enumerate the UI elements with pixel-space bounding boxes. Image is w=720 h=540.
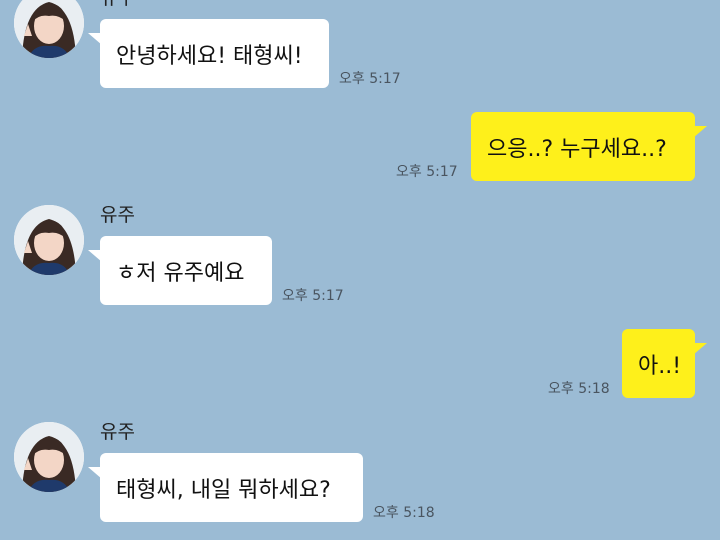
avatar-photo-icon <box>14 422 84 492</box>
chat-room: 유주 안녕하세요! 태형씨! 오후 5:17 오후 5:17 으응..? 누구세… <box>0 0 720 540</box>
message-time: 오후 5:17 <box>339 71 401 87</box>
sender-name: 유주 <box>100 204 135 226</box>
message-time: 오후 5:18 <box>373 505 435 521</box>
message-bubble-outgoing[interactable]: 아..! <box>622 329 707 398</box>
message-bubble-incoming[interactable]: 태형씨, 내일 뭐하세요? <box>88 453 363 522</box>
sender-avatar[interactable] <box>14 422 84 492</box>
message-time: 오후 5:18 <box>548 381 610 397</box>
message-bubble-outgoing[interactable]: 으응..? 누구세요..? <box>471 112 707 181</box>
message-bubble-incoming[interactable]: ㅎ저 유주예요 <box>88 236 272 305</box>
sender-name: 유주 <box>100 421 135 443</box>
sender-name: 유주 <box>100 0 135 8</box>
avatar-photo-icon <box>14 0 84 58</box>
message-time: 오후 5:17 <box>396 164 458 180</box>
message-bubble-incoming[interactable]: 안녕하세요! 태형씨! <box>88 19 329 88</box>
sender-avatar[interactable] <box>14 205 84 275</box>
avatar-photo-icon <box>14 205 84 275</box>
sender-avatar[interactable] <box>14 0 84 58</box>
message-time: 오후 5:17 <box>282 288 344 304</box>
